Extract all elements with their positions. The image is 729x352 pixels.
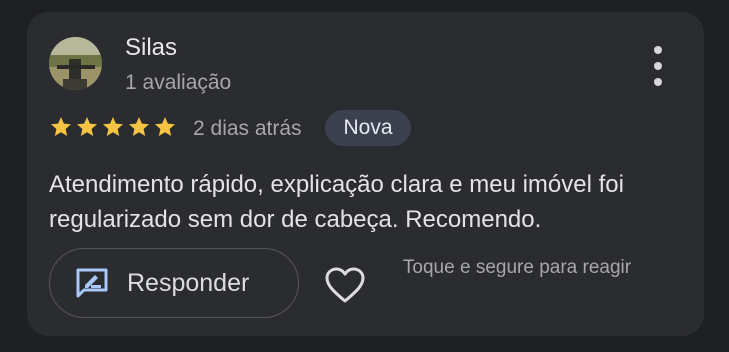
more-vert-icon[interactable]: [644, 46, 672, 86]
reply-edit-icon: [76, 268, 108, 298]
star-icon: [103, 117, 123, 136]
star-icon: [77, 117, 97, 136]
respond-button-label: Responder: [127, 269, 250, 297]
star-icon: [155, 117, 175, 136]
star-icon: [51, 117, 71, 136]
review-text: Atendimento rápido, explicação clara e m…: [49, 171, 624, 233]
author-review-count: 1 avaliação: [125, 71, 232, 94]
review-date: 2 dias atrás: [193, 117, 302, 140]
respond-button[interactable]: Responder: [49, 248, 299, 318]
react-hint: Toque e segure para reagir: [402, 257, 632, 278]
new-badge: Nova: [325, 110, 411, 146]
star-icon: [129, 117, 149, 136]
star-rating: [49, 115, 177, 139]
avatar-photo: [49, 37, 102, 90]
author-name[interactable]: Silas: [125, 34, 177, 62]
heart-outline-icon[interactable]: [323, 265, 367, 305]
avatar[interactable]: [49, 37, 102, 90]
review-card: Silas 1 avaliação 2 dias atrás Nova Aten…: [27, 12, 704, 336]
